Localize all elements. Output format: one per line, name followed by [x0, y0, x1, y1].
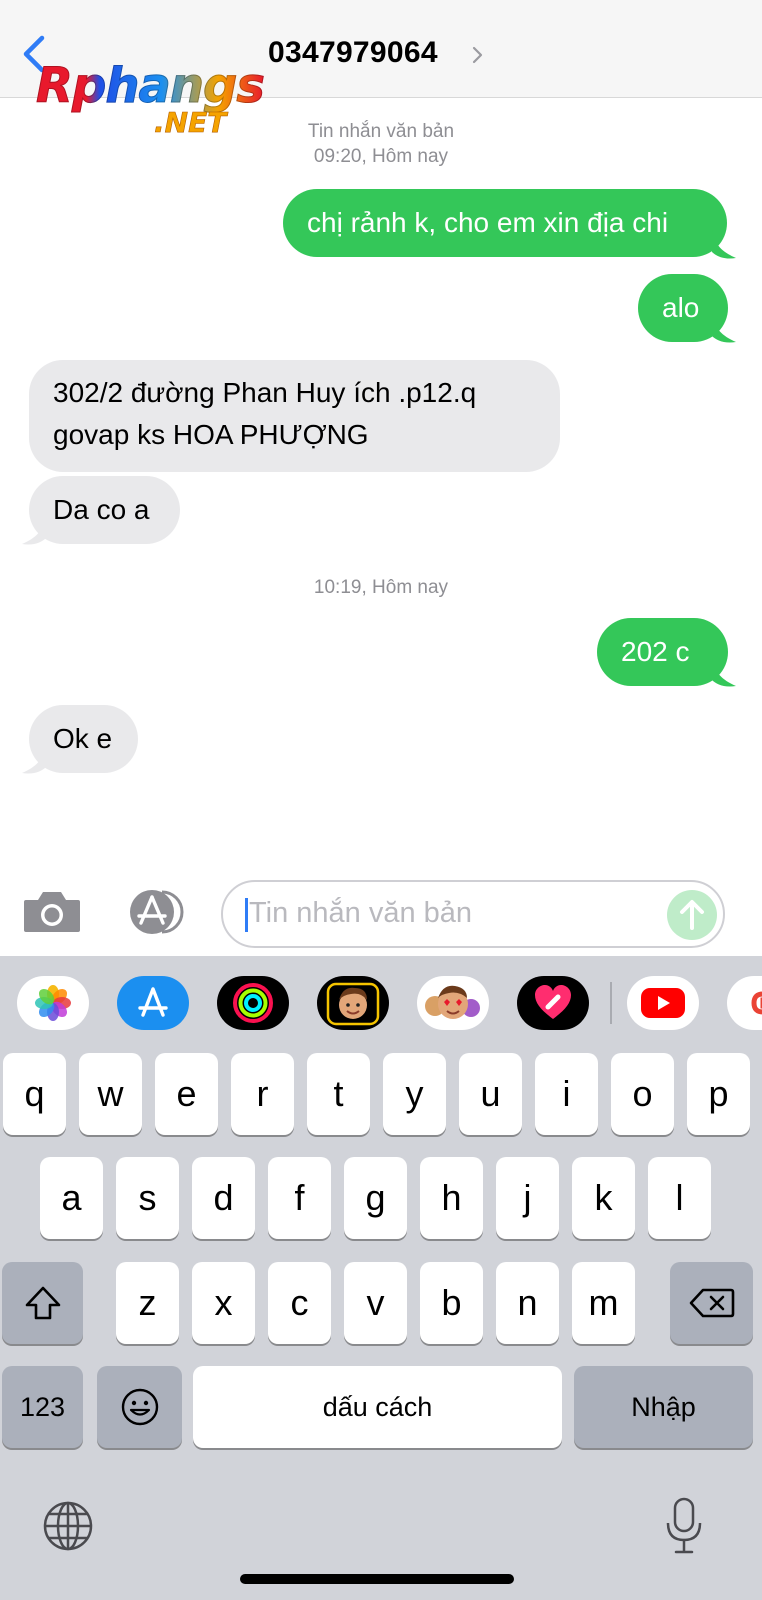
- key-g[interactable]: g: [344, 1157, 407, 1239]
- key-f[interactable]: f: [268, 1157, 331, 1239]
- shift-icon: [25, 1286, 60, 1320]
- bubble-tail: [22, 745, 46, 774]
- activity-icon: [233, 983, 273, 1023]
- shift-key[interactable]: [2, 1262, 83, 1344]
- appstore-app[interactable]: [117, 976, 189, 1030]
- return-key[interactable]: Nhập: [574, 1366, 753, 1448]
- animoji-icon: [425, 985, 480, 1019]
- watermark-sub: .NET: [154, 106, 227, 140]
- youtube-icon: [641, 988, 685, 1018]
- key-i[interactable]: i: [535, 1053, 598, 1135]
- photos-app[interactable]: [17, 976, 89, 1030]
- key-z[interactable]: z: [116, 1262, 179, 1344]
- timestamp: 10:19, Hôm nay: [313, 577, 449, 598]
- contact-number[interactable]: 0347979064: [268, 36, 438, 70]
- appstore-icon[interactable]: [122, 888, 186, 936]
- text-cursor: [245, 898, 248, 932]
- digital-touch-app[interactable]: [517, 976, 589, 1030]
- incoming-message[interactable]: 302/2 đường Phan Huy ích .p12.q govap ks…: [29, 360, 560, 472]
- key-n[interactable]: n: [496, 1262, 559, 1344]
- outgoing-message[interactable]: chị rảnh k, cho em xin địa chi: [283, 189, 727, 257]
- send-button[interactable]: [667, 890, 717, 940]
- keyboard: q w e r t y u i o p a s d f g h j k l z …: [0, 956, 762, 1600]
- key-p[interactable]: p: [687, 1053, 750, 1135]
- key-l[interactable]: l: [648, 1157, 711, 1239]
- space-key[interactable]: dấu cách: [193, 1366, 562, 1448]
- animoji-app[interactable]: [417, 976, 489, 1030]
- outgoing-message[interactable]: 202 c: [597, 618, 728, 686]
- youtube-app[interactable]: [627, 976, 699, 1030]
- key-m[interactable]: m: [572, 1262, 635, 1344]
- key-w[interactable]: w: [79, 1053, 142, 1135]
- emoji-key[interactable]: [97, 1366, 182, 1448]
- bubble-tail: [712, 230, 736, 259]
- microphone-icon[interactable]: [664, 1496, 704, 1556]
- timestamp: 09:20, Hôm nay: [313, 146, 449, 167]
- bubble-tail: [712, 314, 736, 343]
- numbers-key[interactable]: 123: [2, 1366, 83, 1448]
- globe-icon[interactable]: [42, 1500, 94, 1552]
- appstore-icon: [138, 987, 168, 1017]
- key-d[interactable]: d: [192, 1157, 255, 1239]
- key-t[interactable]: t: [307, 1053, 370, 1135]
- emoji-icon: [121, 1388, 158, 1426]
- memoji-app[interactable]: [317, 976, 389, 1030]
- key-a[interactable]: a: [40, 1157, 103, 1239]
- strip-divider: [610, 982, 612, 1024]
- home-indicator[interactable]: [240, 1574, 514, 1584]
- backspace-key[interactable]: [670, 1262, 753, 1344]
- message-line: 302/2 đường Phan Huy ích .p12.q: [53, 377, 477, 408]
- key-r[interactable]: r: [231, 1053, 294, 1135]
- key-e[interactable]: e: [155, 1053, 218, 1135]
- imessage-app-strip: [0, 956, 762, 1048]
- incoming-message[interactable]: Da co a: [29, 476, 180, 544]
- key-q[interactable]: q: [3, 1053, 66, 1135]
- digital-touch-icon: [535, 985, 571, 1019]
- message-line: govap ks HOA PHƯỢNG: [53, 419, 369, 450]
- message-input[interactable]: Tin nhắn văn bản: [221, 880, 725, 948]
- chevron-right-icon[interactable]: [472, 46, 484, 64]
- photos-icon: [35, 985, 71, 1021]
- camera-icon[interactable]: [22, 888, 82, 934]
- google-icon: [751, 991, 762, 1015]
- key-c[interactable]: c: [268, 1262, 331, 1344]
- google-app[interactable]: [727, 976, 762, 1030]
- send-arrow-icon: [680, 900, 704, 930]
- backspace-icon: [689, 1288, 734, 1318]
- watermark-main: Rphangs: [36, 58, 266, 115]
- bubble-tail: [712, 658, 736, 687]
- key-k[interactable]: k: [572, 1157, 635, 1239]
- bubble-tail: [22, 516, 46, 545]
- key-u[interactable]: u: [459, 1053, 522, 1135]
- key-x[interactable]: x: [192, 1262, 255, 1344]
- key-h[interactable]: h: [420, 1157, 483, 1239]
- key-o[interactable]: o: [611, 1053, 674, 1135]
- key-j[interactable]: j: [496, 1157, 559, 1239]
- input-placeholder: Tin nhắn văn bản: [249, 897, 473, 929]
- key-y[interactable]: y: [383, 1053, 446, 1135]
- watermark-logo: Rphangs .NET: [36, 58, 276, 148]
- key-s[interactable]: s: [116, 1157, 179, 1239]
- activity-app[interactable]: [217, 976, 289, 1030]
- memoji-icon: [326, 982, 380, 1026]
- key-b[interactable]: b: [420, 1262, 483, 1344]
- key-v[interactable]: v: [344, 1262, 407, 1344]
